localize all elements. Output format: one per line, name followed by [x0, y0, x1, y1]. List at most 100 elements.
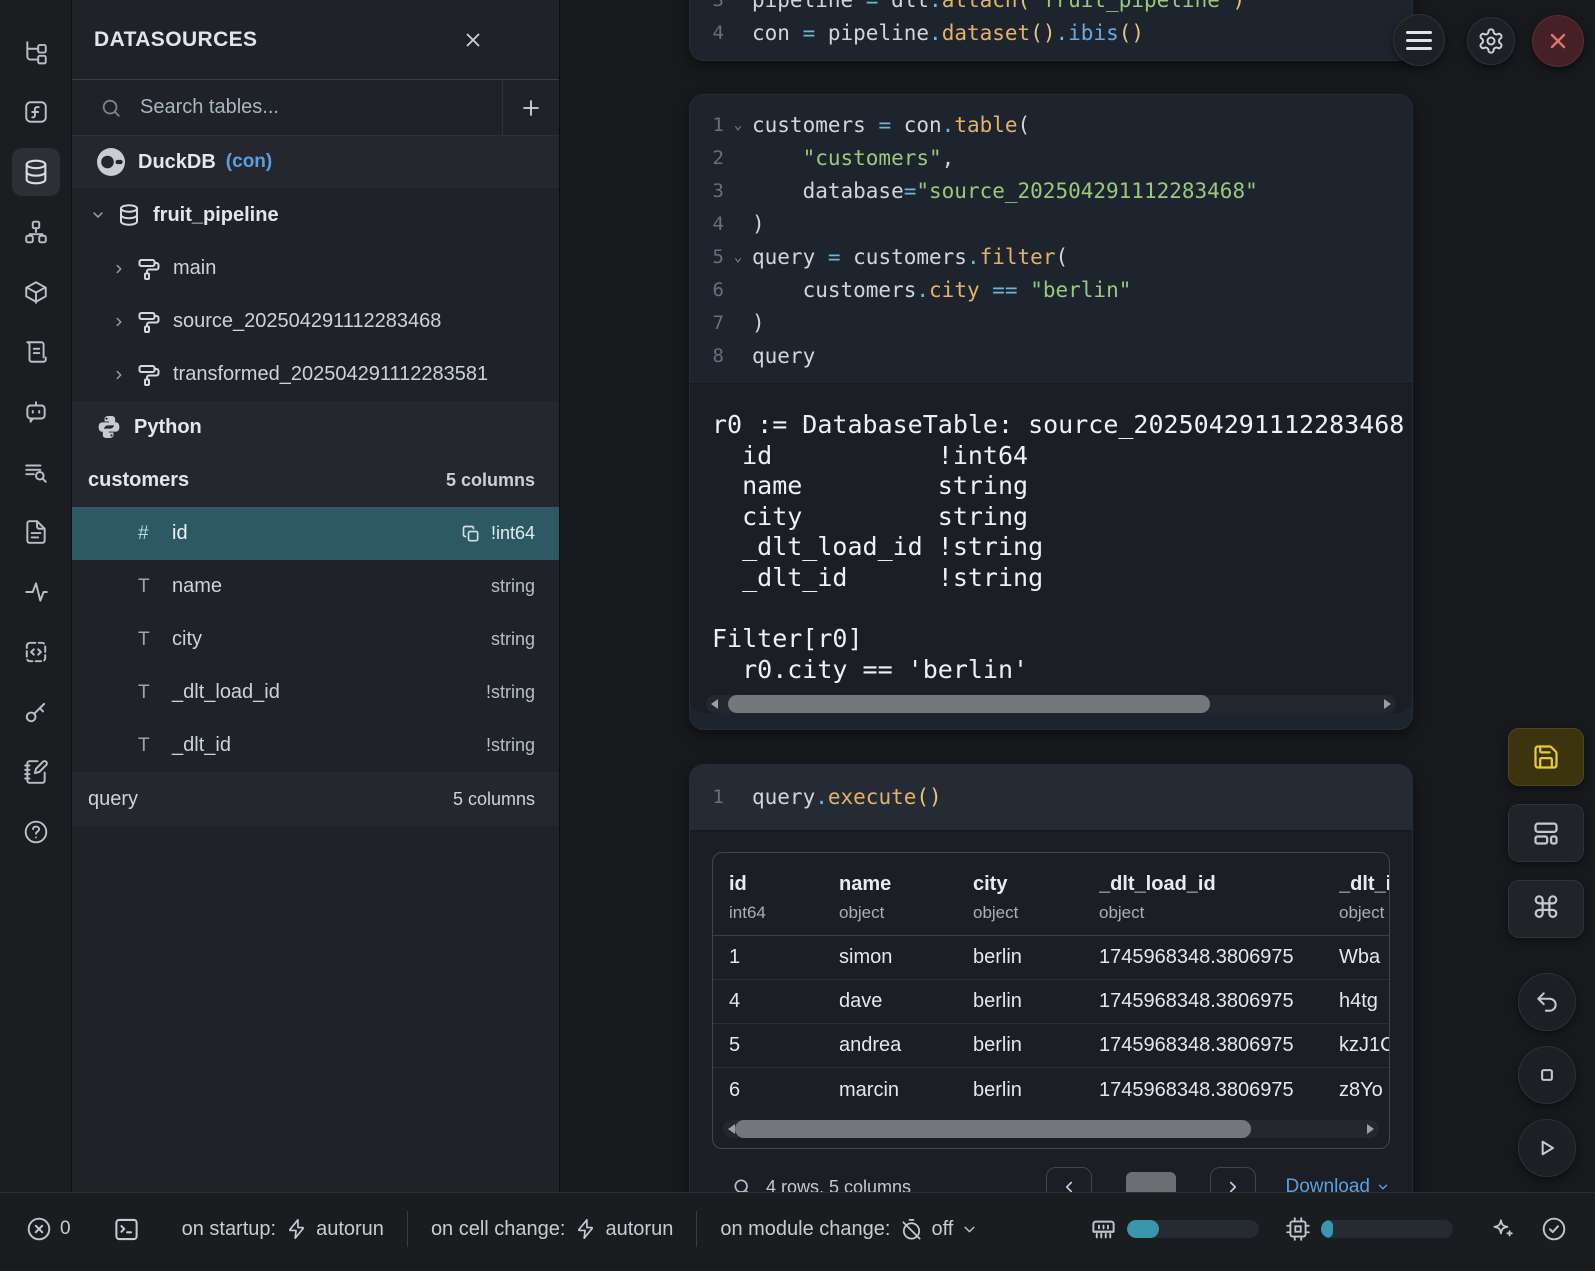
layout-toggle-button[interactable]: [1508, 804, 1584, 862]
on-cell-change-label: on cell change:: [431, 1218, 566, 1241]
code-editor[interactable]: 1⌄customers = con.table(2 "customers",3 …: [690, 95, 1412, 383]
function-square-icon[interactable]: [12, 88, 60, 136]
on-module-change-setting[interactable]: on module change: off: [720, 1218, 978, 1241]
scroll-left-arrow-icon[interactable]: [728, 1124, 735, 1134]
chat-bot-icon[interactable]: [12, 388, 60, 436]
code-line[interactable]: 5⌄query = customers.filter(: [690, 241, 1412, 274]
file-tree-icon[interactable]: [12, 28, 60, 76]
code-line[interactable]: 4): [690, 208, 1412, 241]
table-header-query[interactable]: query 5 columns: [72, 772, 559, 826]
scroll-left-arrow-icon[interactable]: [711, 699, 718, 709]
code-token: (: [1018, 113, 1031, 137]
fold-chevron-icon[interactable]: ⌄: [724, 109, 752, 142]
schema-icon: [137, 310, 161, 334]
code-cell-connection[interactable]: 3pipeline = dlt.attach("fruit_pipeline")…: [690, 0, 1412, 60]
connection-status[interactable]: [1541, 1216, 1567, 1242]
chevron-right-icon[interactable]: [112, 368, 126, 382]
column-header[interactable]: _dlt_idobject: [1339, 873, 1389, 923]
code-cell-execute[interactable]: 1query.execute() idint64nameobjectcityob…: [690, 765, 1412, 1265]
tree-item-schema-source[interactable]: source_202504291112283468: [72, 295, 559, 348]
column-row-dlt-id[interactable]: T _dlt_id !string: [72, 719, 559, 772]
table-header-customers[interactable]: customers 5 columns: [72, 453, 559, 507]
terminal-button[interactable]: [113, 1216, 140, 1243]
errors-indicator[interactable]: 0: [26, 1216, 71, 1242]
packages-icon[interactable]: [12, 268, 60, 316]
ai-assist-button[interactable]: [1489, 1216, 1515, 1242]
scroll-right-arrow-icon[interactable]: [1367, 1124, 1374, 1134]
notebook-menu-button[interactable]: [1393, 14, 1445, 66]
chevron-right-icon[interactable]: [112, 262, 126, 276]
code-editor[interactable]: 3pipeline = dlt.attach("fruit_pipeline")…: [690, 0, 1412, 60]
horizontal-scrollbar[interactable]: [723, 1120, 1379, 1138]
copy-icon[interactable]: [461, 524, 481, 544]
code-line[interactable]: 8query: [690, 340, 1412, 373]
horizontal-scrollbar[interactable]: [706, 695, 1396, 713]
stop-button[interactable]: [1518, 1046, 1576, 1104]
cell-output: r0 := DatabaseTable: source_202504291112…: [690, 383, 1412, 713]
column-header[interactable]: nameobject: [839, 873, 973, 923]
code-line[interactable]: 3 database="source_202504291112283468": [690, 175, 1412, 208]
table-row[interactable]: 1simonberlin1745968348.3806975Wba: [713, 936, 1389, 980]
cpu-icon: [1285, 1216, 1311, 1242]
shutdown-button[interactable]: [1532, 15, 1584, 67]
logs-icon[interactable]: [12, 448, 60, 496]
column-header[interactable]: _dlt_load_idobject: [1099, 873, 1339, 923]
scrollbar-thumb[interactable]: [735, 1120, 1251, 1138]
search-input[interactable]: Search tables...: [72, 80, 502, 135]
dependency-graph-icon[interactable]: [12, 208, 60, 256]
table-row[interactable]: 4daveberlin1745968348.3806975h4tg: [713, 980, 1389, 1024]
memory-usage[interactable]: [1090, 1216, 1259, 1243]
section-python[interactable]: Python: [72, 401, 559, 453]
chevron-right-icon[interactable]: [112, 315, 126, 329]
secrets-key-icon[interactable]: [12, 688, 60, 736]
line-number: 1: [704, 781, 724, 814]
code-line[interactable]: 7): [690, 307, 1412, 340]
scratchpad-icon[interactable]: [12, 328, 60, 376]
engine-row-duckdb[interactable]: DuckDB (con): [72, 136, 559, 188]
column-header[interactable]: cityobject: [973, 873, 1099, 923]
undo-button[interactable]: [1518, 973, 1576, 1031]
on-cell-change-setting[interactable]: on cell change: autorun: [431, 1218, 673, 1241]
cpu-usage[interactable]: [1285, 1216, 1453, 1242]
help-icon[interactable]: [12, 808, 60, 856]
table-row[interactable]: 5andreaberlin1745968348.3806975kzJ1C: [713, 1024, 1389, 1068]
notebook-pen-icon[interactable]: [12, 748, 60, 796]
tree-item-database[interactable]: fruit_pipeline: [72, 188, 559, 242]
code-line[interactable]: 1⌄customers = con.table(: [690, 109, 1412, 142]
on-startup-setting[interactable]: on startup: autorun: [182, 1218, 384, 1241]
code-line[interactable]: 3pipeline = dlt.attach("fruit_pipeline"): [690, 0, 1412, 17]
column-row-dlt-load-id[interactable]: T _dlt_load_id !string: [72, 666, 559, 719]
column-row-id[interactable]: # id !int64: [72, 507, 559, 560]
close-panel-icon[interactable]: [462, 29, 484, 51]
command-palette-button[interactable]: ⌘: [1508, 880, 1584, 938]
tree-item-schema-transformed[interactable]: transformed_202504291112283581: [72, 348, 559, 401]
code-line[interactable]: 6 customers.city == "berlin": [690, 274, 1412, 307]
documentation-icon[interactable]: [12, 508, 60, 556]
snippets-icon[interactable]: [12, 628, 60, 676]
scrollbar-thumb[interactable]: [728, 695, 1210, 713]
datasources-icon[interactable]: [12, 148, 60, 196]
code-cell-query[interactable]: 1⌄customers = con.table(2 "customers",3 …: [690, 95, 1412, 729]
run-button[interactable]: [1518, 1119, 1576, 1177]
tree-item-schema-main[interactable]: main: [72, 242, 559, 295]
tracing-icon[interactable]: [12, 568, 60, 616]
code-token: ): [1233, 0, 1246, 12]
scroll-right-arrow-icon[interactable]: [1384, 699, 1391, 709]
add-datasource-button[interactable]: [502, 80, 559, 135]
chevron-down-icon[interactable]: [90, 207, 106, 223]
column-row-name[interactable]: T name string: [72, 560, 559, 613]
code-line[interactable]: 4con = pipeline.dataset().ibis(): [690, 17, 1412, 50]
table-cell: 4: [729, 990, 839, 1013]
code-line[interactable]: 1query.execute(): [690, 781, 1412, 814]
memory-stick-icon: [1090, 1216, 1117, 1243]
fold-chevron-icon[interactable]: ⌄: [724, 241, 752, 274]
code-line[interactable]: 2 "customers",: [690, 142, 1412, 175]
code-token: con: [752, 21, 803, 45]
code-editor[interactable]: 1query.execute(): [690, 765, 1412, 831]
settings-button[interactable]: [1467, 17, 1515, 65]
table-cell: kzJ1C: [1339, 1034, 1389, 1057]
column-header[interactable]: idint64: [729, 873, 839, 923]
column-row-city[interactable]: T city string: [72, 613, 559, 666]
table-row[interactable]: 6marcinberlin1745968348.3806975z8Yo: [713, 1068, 1389, 1112]
save-button[interactable]: [1508, 728, 1584, 786]
